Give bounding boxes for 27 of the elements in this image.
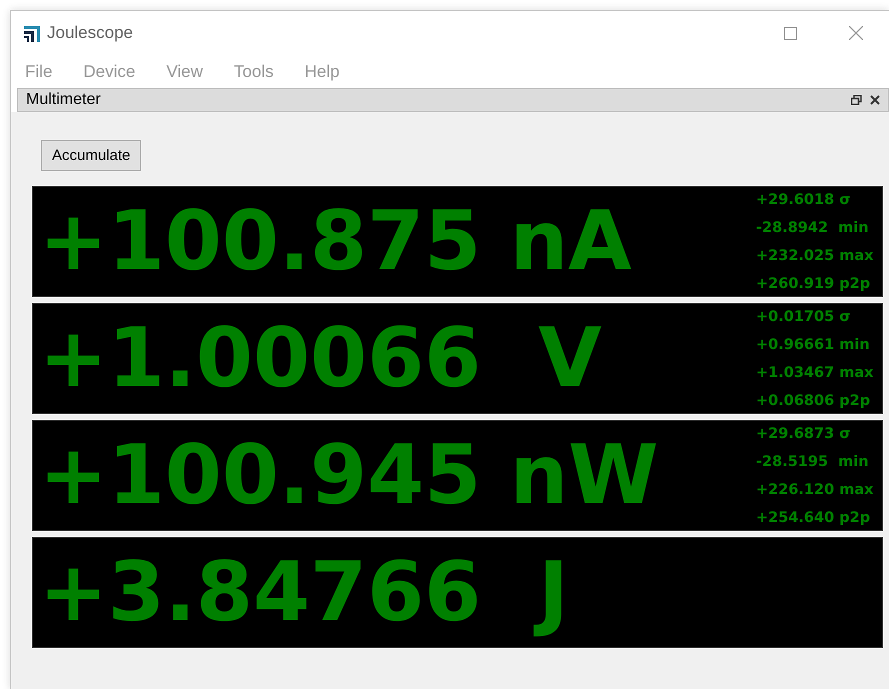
reading-value: +1.00066 V	[38, 318, 603, 400]
statistic: +0.06806 p2p	[756, 392, 872, 410]
statistic: +0.96661 min	[756, 336, 871, 354]
statistic: +260.919 p2p	[756, 274, 872, 294]
statistic: +29.6873 σ	[756, 424, 852, 444]
app-logo-icon	[23, 24, 41, 42]
reading-value: +100.875 nA	[38, 200, 633, 282]
maximize-icon[interactable]	[784, 26, 796, 40]
statistic: +29.6018 σ	[756, 190, 852, 210]
menu-item[interactable]: Help	[294, 62, 350, 82]
accumulate-button[interactable]: Accumulate	[41, 140, 142, 171]
statistic: -28.5195 min	[756, 452, 870, 472]
statistic: +226.120 max	[756, 480, 874, 500]
statistic: +232.025 max	[756, 246, 874, 266]
window-title: Joulescope	[47, 23, 134, 43]
menu-item[interactable]: Device	[73, 62, 146, 82]
close-icon[interactable]	[870, 95, 880, 105]
float-icon[interactable]	[851, 95, 862, 105]
dock-title: Multimeter	[26, 91, 101, 109]
statistic: +254.640 p2p	[756, 508, 872, 528]
reading-value: +100.945 nW	[38, 434, 660, 516]
statistic: -28.8942 min	[756, 218, 870, 238]
menu-item[interactable]: Tools	[224, 62, 284, 82]
statistic: +0.01705 σ	[756, 308, 852, 326]
menu-item[interactable]: View	[156, 62, 213, 82]
menu-item[interactable]: File	[15, 62, 62, 82]
statistic: +1.03467 max	[756, 364, 874, 382]
